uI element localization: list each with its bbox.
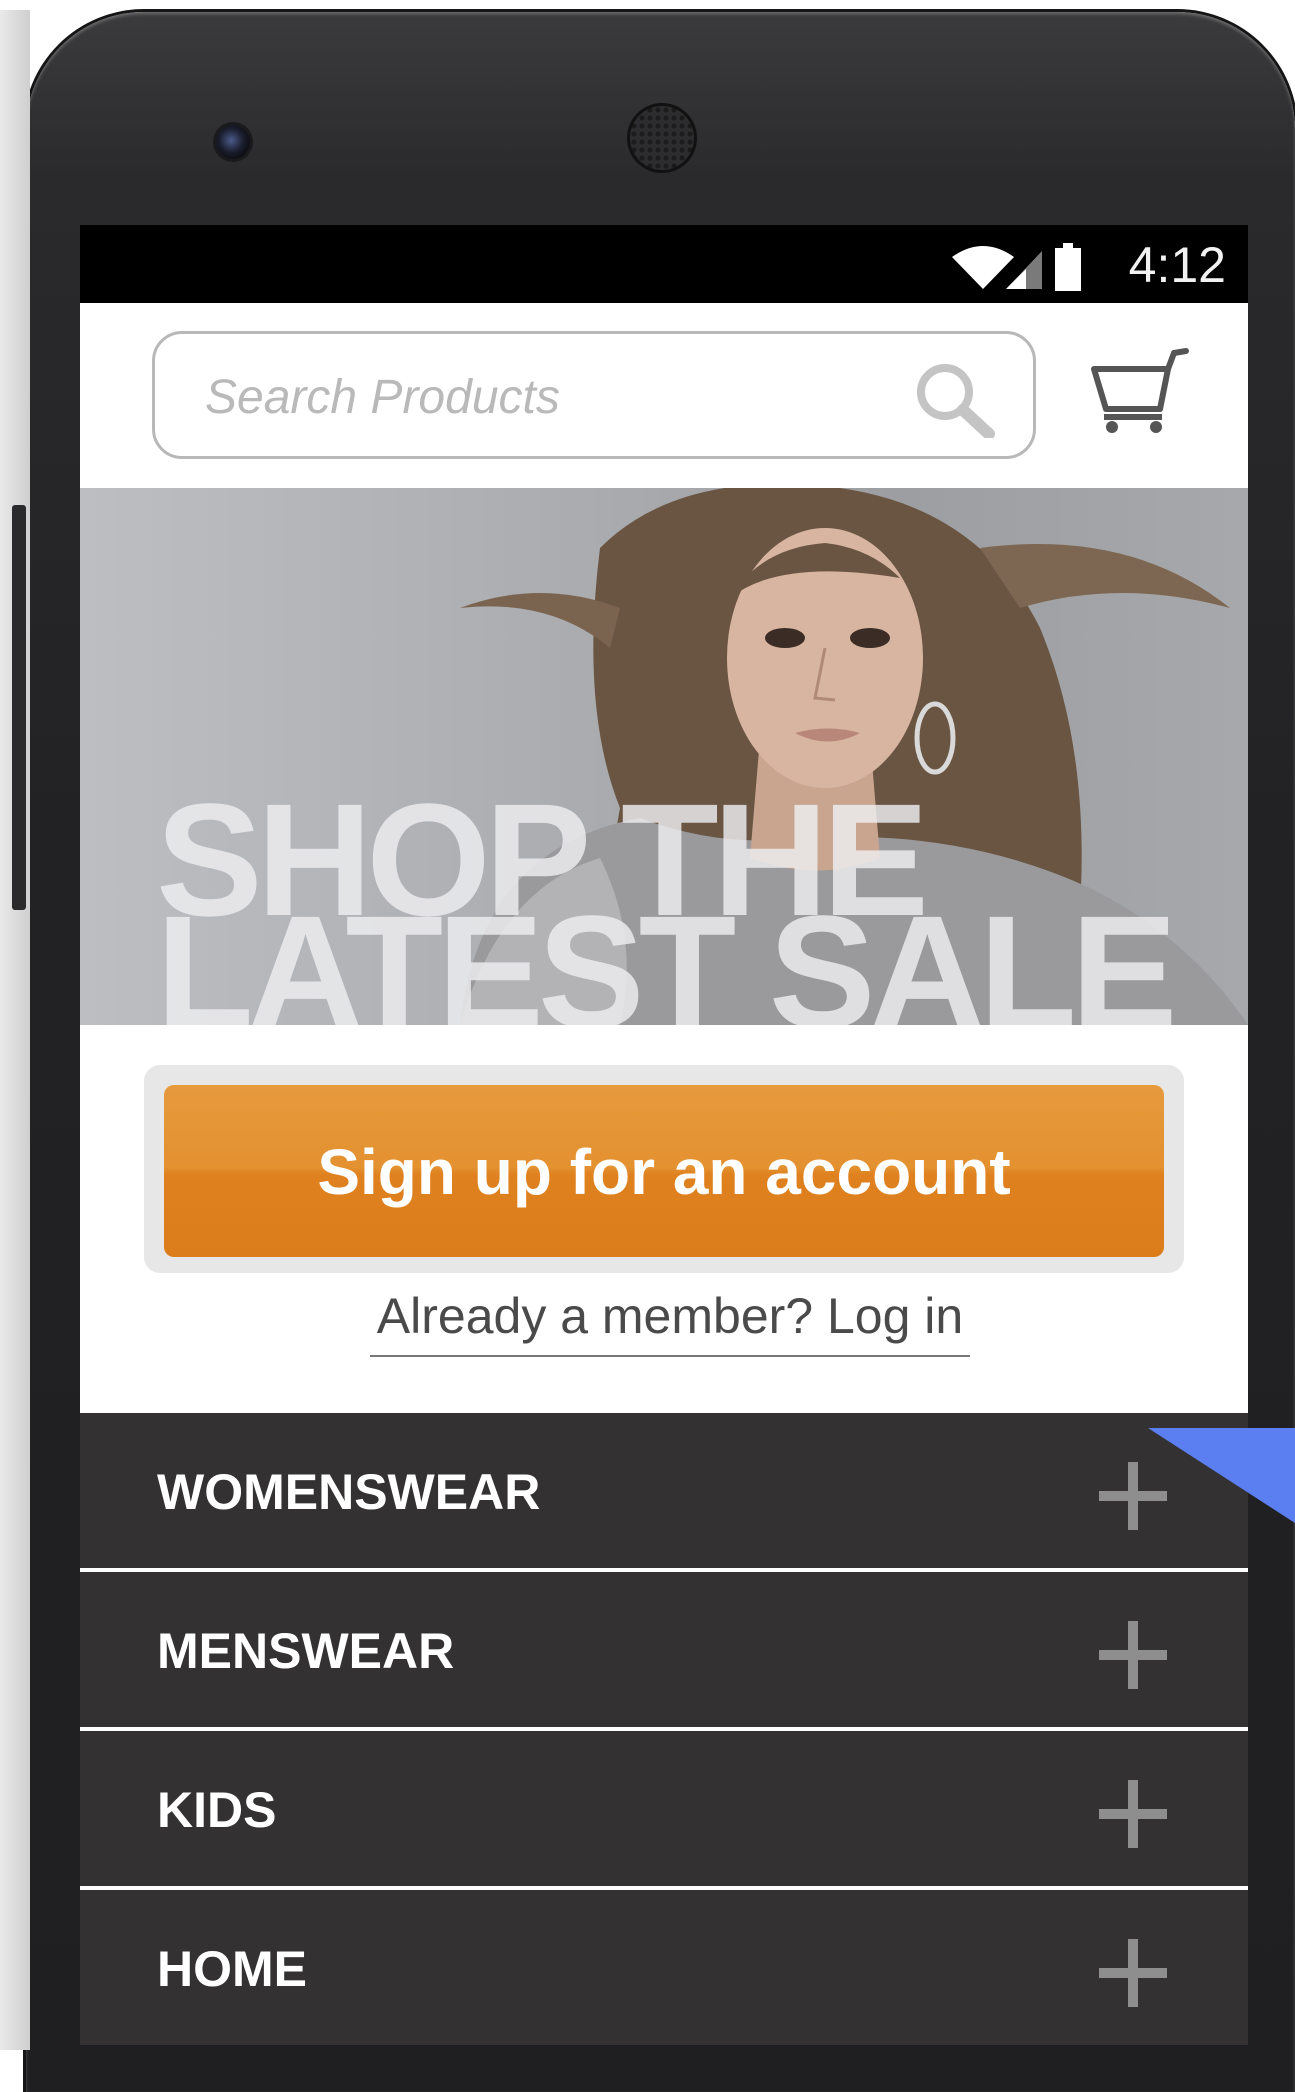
status-icons xyxy=(950,239,1100,298)
menu-item-menswear[interactable]: MENSWEAR xyxy=(80,1572,1248,1731)
plus-icon[interactable] xyxy=(1097,1619,1169,1696)
menu-item-label: WOMENSWEAR xyxy=(157,1464,541,1520)
search-icon[interactable] xyxy=(911,358,1001,443)
plus-icon[interactable] xyxy=(1097,1937,1169,2014)
menu-item-home[interactable]: HOME xyxy=(80,1890,1248,2045)
cart-icon[interactable] xyxy=(1090,347,1190,442)
signup-button[interactable]: Sign up for an account xyxy=(164,1085,1164,1257)
plus-icon[interactable] xyxy=(1097,1778,1169,1855)
menu-item-kids[interactable]: KIDS xyxy=(80,1731,1248,1890)
menu-item-label: MENSWEAR xyxy=(157,1623,455,1679)
search-placeholder: Search Products xyxy=(205,371,560,424)
category-menu: WOMENSWEAR MENSWEAR KIDS HOME xyxy=(80,1413,1248,2045)
earpiece-speaker-icon xyxy=(630,106,694,170)
hero-headline-line2: LATEST SALE xyxy=(156,882,1177,1026)
search-input[interactable]: Search Products xyxy=(152,331,1036,459)
annotation-corner-marker xyxy=(1148,1428,1295,1523)
front-camera-icon xyxy=(216,125,250,159)
wifi-icon xyxy=(952,246,1014,289)
menu-item-label: HOME xyxy=(157,1941,307,1997)
phone-screen: 4:12 Search Products SHOP THE LATEST SAL… xyxy=(80,225,1248,2045)
signup-container: Sign up for an account xyxy=(144,1065,1184,1273)
status-bar: 4:12 xyxy=(80,225,1248,303)
status-time: 4:12 xyxy=(1128,237,1226,293)
menu-item-label: KIDS xyxy=(157,1782,277,1838)
header: Search Products xyxy=(80,303,1248,488)
battery-icon xyxy=(1055,243,1081,291)
menu-item-womenswear[interactable]: WOMENSWEAR xyxy=(80,1413,1248,1572)
login-link[interactable]: Already a member? Log in xyxy=(370,1287,970,1357)
hero-banner[interactable]: SHOP THE LATEST SALE xyxy=(80,488,1248,1025)
phone-side-button xyxy=(12,505,26,910)
phone-edge xyxy=(0,10,30,2050)
